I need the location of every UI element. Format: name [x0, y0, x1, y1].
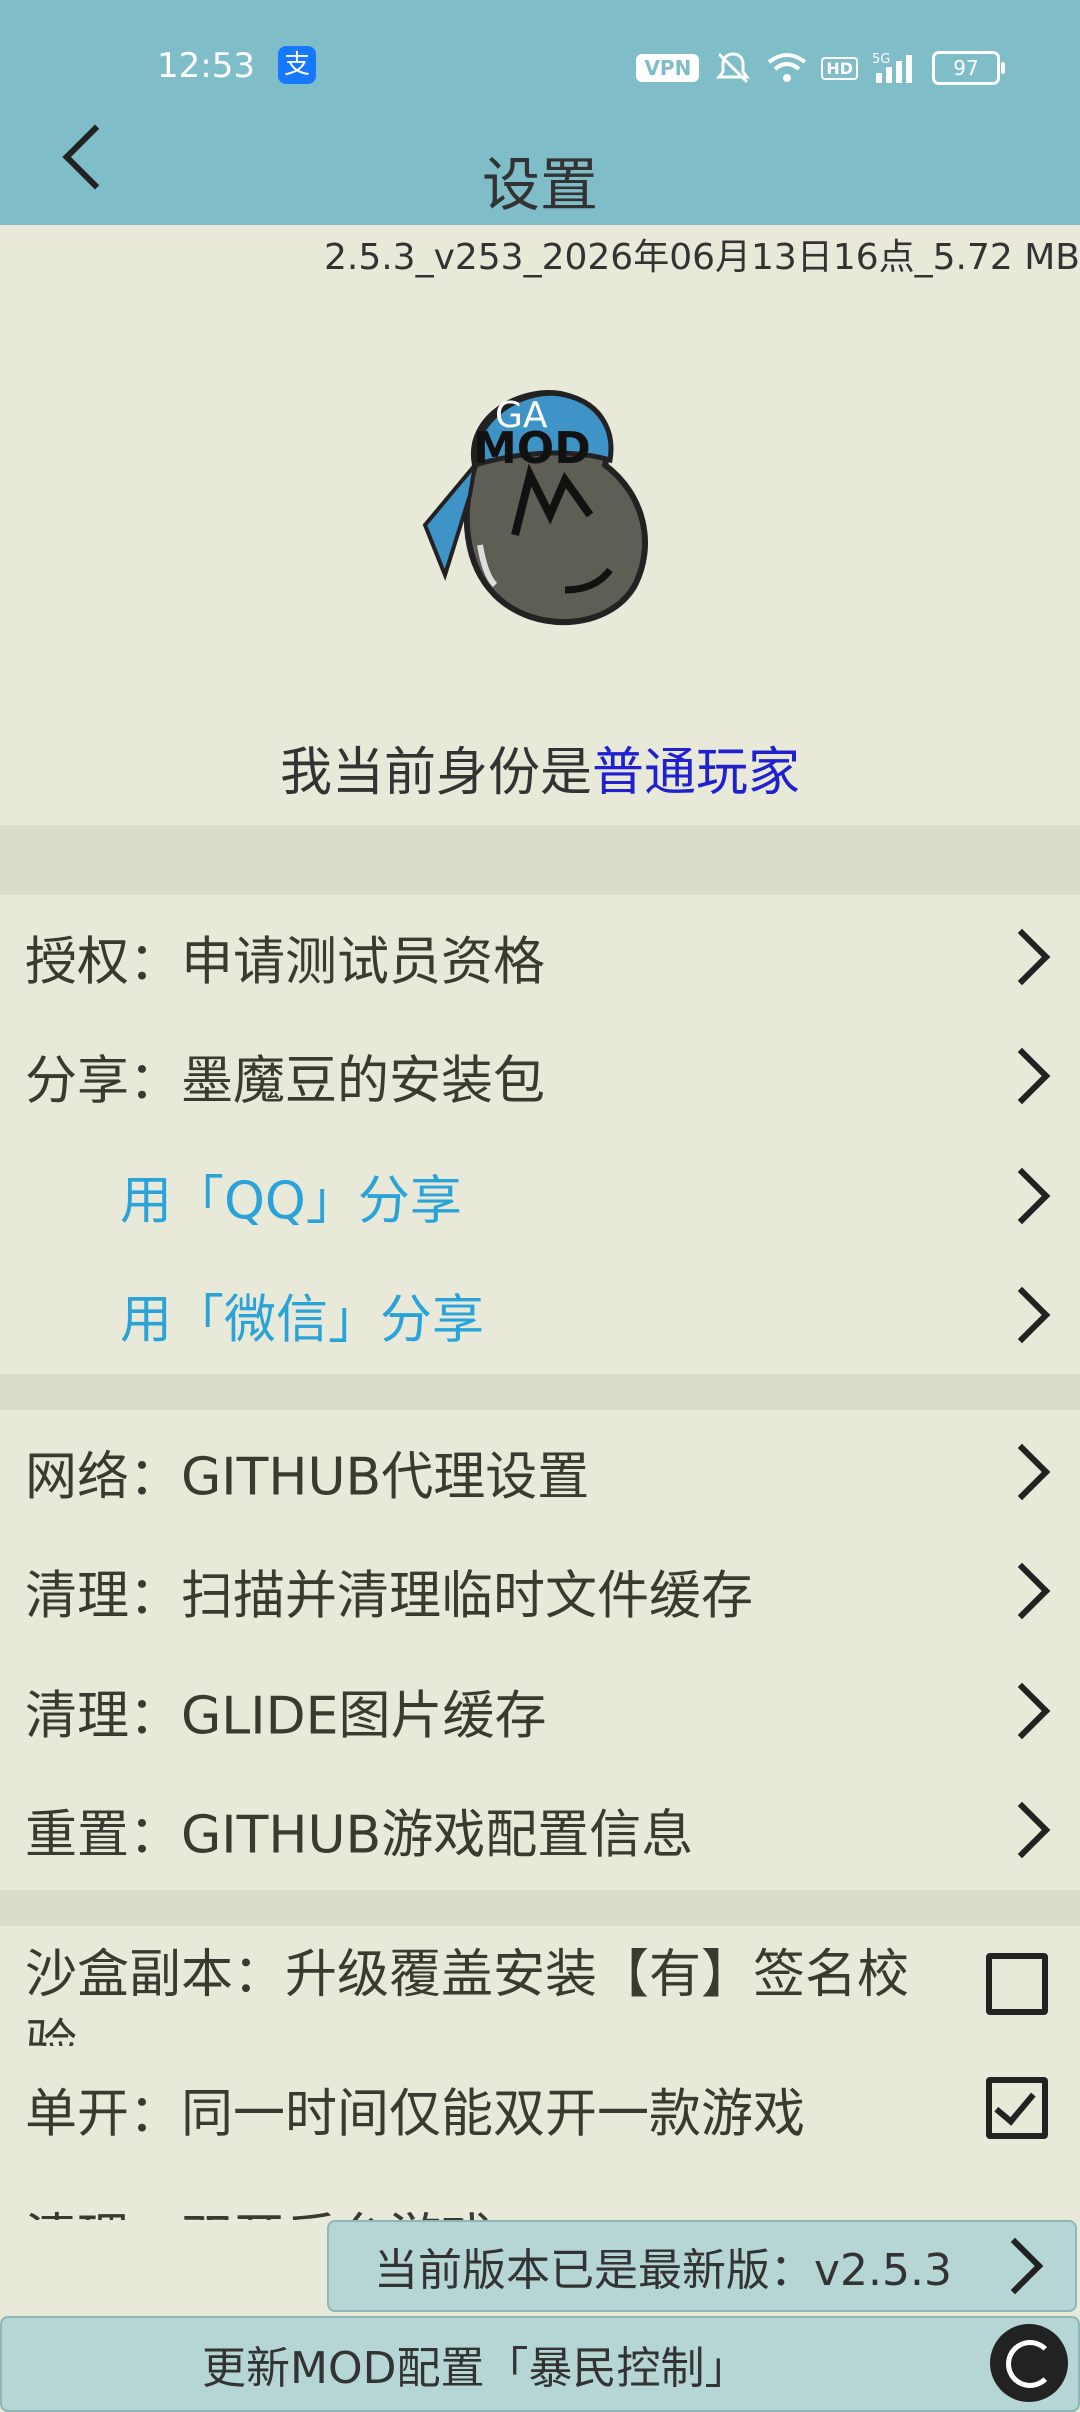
status-bar: 12:53 支 VPN HD 5G 97	[0, 44, 1080, 94]
hd-icon: HD	[821, 56, 858, 80]
refresh-icon[interactable]	[990, 2324, 1068, 2402]
menu-label: 网络：GITHUB代理设置	[25, 1447, 590, 1508]
menu-label: 单开：同一时间仅能双开一款游戏	[25, 2084, 806, 2145]
menu-sandbox-copy[interactable]: 沙盒副本：升级覆盖安装【有】签名校 验	[0, 1926, 1080, 2046]
chevron-right-icon	[986, 2237, 1044, 2295]
menu-label: 用「QQ」分享	[120, 1171, 462, 1232]
battery-icon: 97	[932, 51, 1005, 85]
update-mod-config-label: 更新MOD配置「暴民控制」	[202, 2343, 749, 2394]
menu-authorize[interactable]: 授权：申请测试员资格	[0, 898, 1080, 1016]
chevron-right-icon	[993, 1286, 1051, 1344]
chevron-right-icon	[993, 1443, 1051, 1501]
identity-role[interactable]: 普通玩家	[592, 743, 800, 803]
menu-single-open[interactable]: 单开：同一时间仅能双开一款游戏	[0, 2050, 1080, 2168]
chevron-right-icon	[993, 1167, 1051, 1225]
update-status-toast[interactable]: 当前版本已是最新版：v2.5.3	[327, 2220, 1077, 2312]
section-divider	[0, 825, 1080, 895]
page-title: 设置	[481, 151, 598, 219]
single-open-checkbox[interactable]	[986, 2077, 1048, 2139]
status-time: 12:53	[157, 46, 255, 86]
menu-label-wrap: 验	[25, 2015, 78, 2046]
menu-label: 用「微信」分享	[120, 1290, 485, 1351]
vpn-icon: VPN	[636, 54, 700, 82]
identity-text: 我当前身份是普通玩家	[0, 730, 1080, 805]
update-mod-config-bar[interactable]: 更新MOD配置「暴民控制」	[0, 2316, 1080, 2412]
mute-bell-icon	[716, 52, 751, 84]
chevron-right-icon	[993, 1047, 1051, 1105]
chevron-right-icon	[993, 1682, 1051, 1740]
menu-clean-dual[interactable]: 清理：双开后台游戏	[0, 2180, 1080, 2220]
menu-label: 清理：GLIDE图片缓存	[25, 1686, 547, 1747]
wifi-icon	[768, 53, 807, 82]
chevron-right-icon	[993, 1562, 1051, 1620]
menu-label: 沙盒副本：升级覆盖安装【有】签名校	[25, 1945, 910, 2005]
menu-label: 授权：申请测试员资格	[25, 932, 546, 993]
logo-text-mod: MOD	[473, 423, 591, 474]
menu-label: 清理：双开后台游戏	[25, 2196, 493, 2220]
section-divider	[0, 1890, 1080, 1926]
menu-label: 重置：GITHUB游戏配置信息	[25, 1805, 694, 1866]
menu-share-package[interactable]: 分享：墨魔豆的安装包	[0, 1017, 1080, 1135]
app-logo: GA MOD	[422, 390, 648, 626]
signal-icon: 5G	[872, 52, 912, 83]
chevron-right-icon	[993, 1801, 1051, 1859]
toast-text: 当前版本已是最新版：v2.5.3	[374, 2245, 952, 2296]
menu-clean-temp[interactable]: 清理：扫描并清理临时文件缓存	[0, 1532, 1080, 1650]
top-app-bar: 12:53 支 VPN HD 5G 97 设置	[0, 0, 1080, 225]
menu-label: 清理：扫描并清理临时文件缓存	[25, 1566, 754, 1627]
version-info: 2.5.3_v253_2026年06月13日16点_5.72 MB	[323, 237, 1080, 278]
status-icons: VPN HD 5G 97	[636, 50, 1005, 86]
menu-clean-glide[interactable]: 清理：GLIDE图片缓存	[0, 1652, 1080, 1770]
alipay-icon: 支	[278, 46, 316, 84]
menu-network-proxy[interactable]: 网络：GITHUB代理设置	[0, 1413, 1080, 1531]
identity-prefix: 我当前身份是	[279, 743, 592, 803]
menu-reset-github[interactable]: 重置：GITHUB游戏配置信息	[0, 1771, 1080, 1889]
svg-text:5G: 5G	[872, 52, 890, 67]
menu-share-qq[interactable]: 用「QQ」分享	[0, 1137, 1080, 1255]
sandbox-checkbox[interactable]	[986, 1953, 1048, 2015]
checkmark-icon	[994, 2082, 1036, 2126]
section-divider	[0, 1374, 1080, 1410]
menu-share-wechat[interactable]: 用「微信」分享	[0, 1256, 1080, 1374]
chevron-right-icon	[993, 928, 1051, 986]
menu-label: 分享：墨魔豆的安装包	[25, 1051, 546, 1112]
